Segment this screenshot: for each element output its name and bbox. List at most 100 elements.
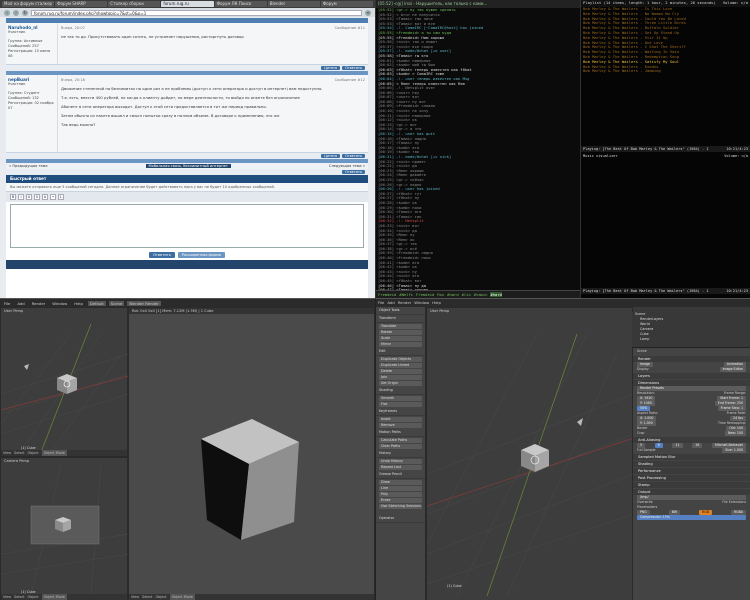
select-menu[interactable]: Select: [142, 594, 152, 600]
render-view[interactable]: Rot: 0x0 0x0 [1] Mem: 7.12M (1.5M) | 1 C…: [128, 307, 375, 600]
viewport-camera-persp[interactable]: Camera Persp (1) Cube View Select Object…: [0, 457, 129, 600]
tool-duplicate-linked[interactable]: Duplicate Linked: [379, 363, 422, 368]
filter-size-field[interactable]: Size: 1.000: [722, 448, 746, 453]
playlist-item[interactable]: Bob Marley & The Wailers - Jamming: [581, 69, 750, 74]
irc-channel-tab[interactable]: #lin: [462, 292, 471, 297]
file-extensions-checkbox[interactable]: File Extensions: [722, 500, 746, 505]
layers-section[interactable]: Layers: [633, 373, 750, 379]
submit-reply-button[interactable]: Ответить: [148, 252, 175, 258]
tool-duplicate-objects[interactable]: Duplicate Objects: [379, 357, 422, 362]
menu-help[interactable]: Help: [432, 299, 441, 307]
view-menu[interactable]: View: [3, 450, 11, 456]
reload-icon[interactable]: ↻: [22, 9, 28, 16]
viewport-user-persp[interactable]: User Persp (1) Cube View Select Object O…: [0, 307, 129, 457]
tool-repeat-last[interactable]: Repeat Last: [379, 465, 422, 470]
tool-motion-paths[interactable]: Motion Paths: [376, 429, 425, 437]
menu-add[interactable]: Add: [15, 301, 26, 306]
forward-icon[interactable]: ›: [13, 9, 19, 16]
tool-edit[interactable]: Edit: [376, 348, 425, 356]
compression-slider[interactable]: Compression: 15%: [637, 515, 746, 520]
irc-channel-tab[interactable]: Fremdeid: [378, 292, 396, 297]
tool-history[interactable]: History: [376, 450, 425, 458]
menu-window[interactable]: Window: [414, 299, 429, 307]
tool-remove[interactable]: Remove: [379, 423, 422, 428]
tool-shading[interactable]: Shading: [376, 387, 425, 395]
post-number[interactable]: Сообщение #12: [335, 77, 365, 83]
tool-insert[interactable]: Insert: [379, 417, 422, 422]
tool-smooth[interactable]: Smooth: [379, 396, 422, 401]
view-menu[interactable]: View: [131, 594, 139, 600]
engine-select[interactable]: Blender Render: [127, 300, 161, 306]
full-sample-checkbox[interactable]: Full Sample: [637, 448, 655, 453]
post-number[interactable]: Сообщение #11: [335, 25, 365, 31]
menu-icon[interactable]: ≡: [365, 9, 371, 16]
tool-use-sketching-sessions[interactable]: Use Sketching Sessions: [379, 504, 422, 509]
tool-grease-pencil[interactable]: Grease Pencil: [376, 471, 425, 479]
reply-button[interactable]: Ответить: [342, 154, 365, 158]
irc-channel-tab[interactable]: Fremdeid: [416, 292, 434, 297]
irc-channel-tab[interactable]: #tamin: [474, 292, 488, 297]
current-topic[interactable]: Мобильная связь, безлимитный интернет: [145, 164, 231, 168]
quote-button[interactable]: Цитата: [321, 154, 341, 158]
post-processing-section[interactable]: Post Processing: [633, 475, 750, 481]
mode-select[interactable]: Object Mode: [169, 594, 195, 600]
object-menu[interactable]: Object: [28, 450, 39, 456]
shading-section[interactable]: Shading: [633, 461, 750, 467]
aa-11-button[interactable]: 11: [672, 443, 683, 448]
reply-textarea[interactable]: [10, 204, 364, 248]
tool-translate[interactable]: Translate: [379, 324, 422, 329]
url-input[interactable]: forum.rug.ru/forum/index.php?showtopic=7…: [31, 9, 362, 16]
numbered-list-icon[interactable]: 1.: [58, 194, 64, 200]
tool-rotate[interactable]: Rotate: [379, 330, 422, 335]
tool-transform[interactable]: Transform: [376, 315, 425, 323]
tab-5[interactable]: Blender: [267, 1, 320, 7]
scene-select[interactable]: Scene: [108, 300, 125, 306]
tool-scale[interactable]: Scale: [379, 336, 422, 341]
reply-topic-button[interactable]: Ответить: [342, 170, 365, 174]
tool-undo-history[interactable]: Undo History: [379, 459, 422, 464]
irc-channel-tab[interactable]: #hard: [490, 292, 502, 297]
tab-6[interactable]: Форум: [320, 1, 373, 7]
tab-2[interactable]: Сталкер сборки: [108, 1, 161, 7]
irc-channel-tab[interactable]: Rxx: [437, 292, 444, 297]
tool-join[interactable]: Join: [379, 375, 422, 380]
tool-line[interactable]: Line: [379, 486, 422, 491]
back-icon[interactable]: ‹: [4, 9, 10, 16]
aa-8-button[interactable]: 8: [654, 443, 663, 448]
mode-select[interactable]: Object Mode: [41, 594, 67, 600]
motion-blur-section[interactable]: Sampled Motion Blur: [633, 454, 750, 460]
menu-render[interactable]: Render: [30, 301, 48, 306]
performance-section[interactable]: Performance: [633, 468, 750, 474]
tool-draw[interactable]: Draw: [379, 480, 422, 485]
tool-erase[interactable]: Erase: [379, 498, 422, 503]
aa-16-button[interactable]: 16: [692, 443, 703, 448]
mode-select[interactable]: Object Mode: [41, 450, 67, 456]
tool-calculate-paths[interactable]: Calculate Paths: [379, 438, 422, 443]
strike-icon[interactable]: S: [34, 194, 40, 200]
object-menu[interactable]: Object: [156, 594, 167, 600]
bold-icon[interactable]: B: [10, 194, 16, 200]
tool-object-tools[interactable]: Object Tools: [376, 307, 425, 315]
tab-4[interactable]: Форум ЛК Поиск: [214, 1, 267, 7]
tool-clear-paths[interactable]: Clear Paths: [379, 444, 422, 449]
tab-3[interactable]: forum.rug.ru: [161, 1, 214, 7]
tool-flat[interactable]: Flat: [379, 402, 422, 407]
menu-window[interactable]: Window: [50, 301, 69, 306]
select-menu[interactable]: Select: [14, 594, 24, 600]
new-field[interactable]: New: 100: [725, 431, 746, 436]
next-topic-link[interactable]: Следующая тема »: [329, 164, 365, 168]
menu-render[interactable]: Render: [398, 299, 412, 307]
tool-mirror[interactable]: Mirror: [379, 342, 422, 347]
font-color-icon[interactable]: A: [42, 194, 48, 200]
underline-icon[interactable]: U: [26, 194, 32, 200]
tool-poly[interactable]: Poly: [379, 492, 422, 497]
prev-topic-link[interactable]: « Предыдущая тема: [9, 164, 48, 168]
select-menu[interactable]: Select: [14, 450, 24, 456]
reply-button[interactable]: Ответить: [342, 66, 365, 70]
viewport-user-persp[interactable]: User Persp (1) Cube: [426, 307, 634, 600]
irc-channel-tab[interactable]: #hard: [447, 292, 458, 297]
operator-panel[interactable]: Operator: [376, 515, 425, 523]
view-menu[interactable]: View: [3, 594, 11, 600]
object-menu[interactable]: Object: [28, 594, 39, 600]
tab-0[interactable]: Mod на форум сталкер тень: [2, 1, 55, 7]
